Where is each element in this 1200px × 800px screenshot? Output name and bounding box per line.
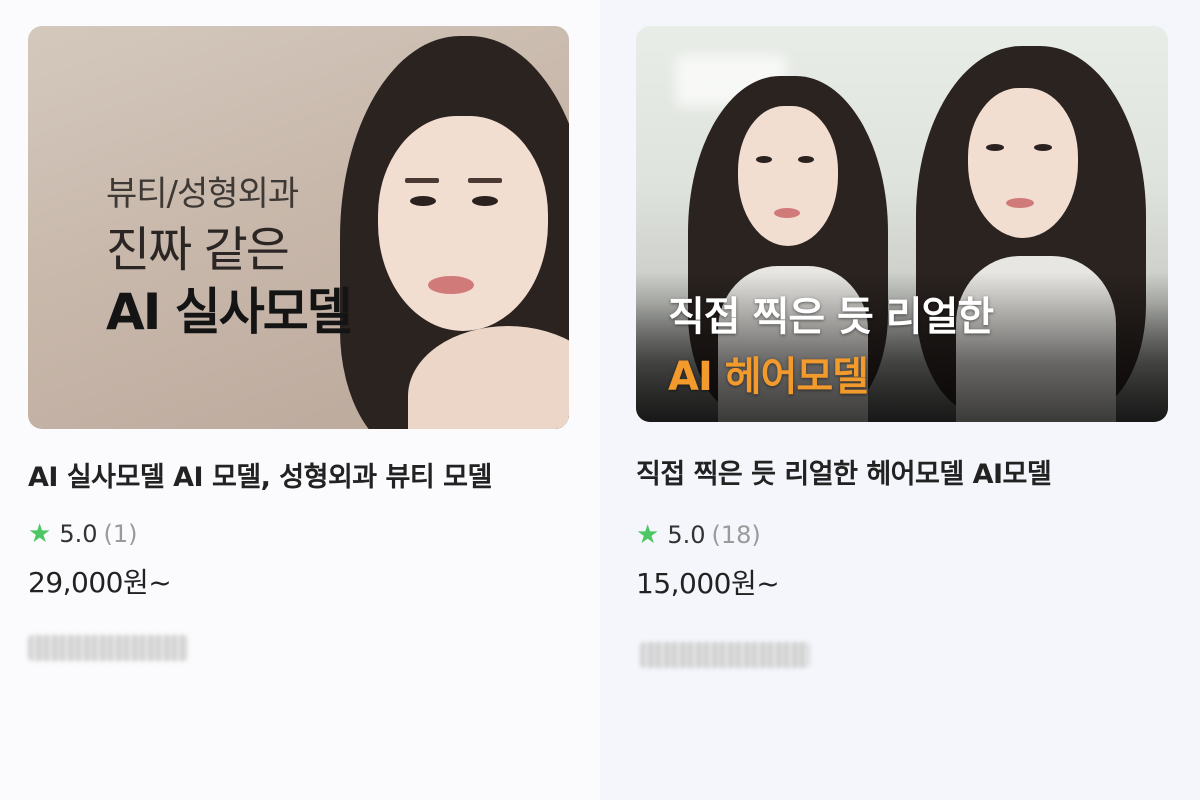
- rating-count: (18): [711, 521, 761, 549]
- model-face: [738, 106, 838, 246]
- product-rating: ★ 5.0 (1): [28, 519, 572, 549]
- product-price: 15,000원~: [636, 567, 780, 600]
- thumbnail-text-line2: AI 헤어모델: [668, 354, 869, 400]
- star-icon: ★: [636, 520, 660, 550]
- product-title[interactable]: 직접 찍은 듯 리얼한 헤어모델 AI모델: [636, 452, 1177, 498]
- product-thumbnail[interactable]: 뷰티/성형외과 진짜 같은 AI 실사모델: [28, 26, 569, 429]
- blurred-seller-name: [28, 635, 188, 661]
- thumbnail-text-line3: AI 실사모델: [106, 283, 353, 341]
- product-card[interactable]: 직접 찍은 듯 리얼한 AI 헤어모델 직접 찍은 듯 리얼한 헤어모델 AI모…: [600, 0, 1200, 800]
- thumbnail-text-line1: 뷰티/성형외과: [106, 174, 299, 214]
- star-icon: ★: [28, 519, 52, 549]
- model-face: [378, 116, 548, 331]
- blurred-seller-name: [640, 642, 810, 668]
- product-thumbnail[interactable]: 직접 찍은 듯 리얼한 AI 헤어모델: [636, 26, 1168, 422]
- thumbnail-text-line2: 진짜 같은: [106, 222, 290, 278]
- product-rating: ★ 5.0 (18): [636, 520, 1168, 550]
- rating-score: 5.0: [667, 521, 706, 549]
- product-title[interactable]: AI 실사모델 AI 모델, 성형외과 뷰티 모델: [28, 455, 569, 501]
- rating-count: (1): [103, 520, 138, 548]
- model-face: [968, 88, 1078, 238]
- rating-score: 5.0: [59, 520, 98, 548]
- product-grid: 뷰티/성형외과 진짜 같은 AI 실사모델 AI 실사모델 AI 모델, 성형외…: [0, 0, 1200, 800]
- product-price: 29,000원~: [28, 566, 172, 599]
- product-card[interactable]: 뷰티/성형외과 진짜 같은 AI 실사모델 AI 실사모델 AI 모델, 성형외…: [0, 0, 600, 800]
- thumbnail-text-line1: 직접 찍은 듯 리얼한: [668, 294, 994, 340]
